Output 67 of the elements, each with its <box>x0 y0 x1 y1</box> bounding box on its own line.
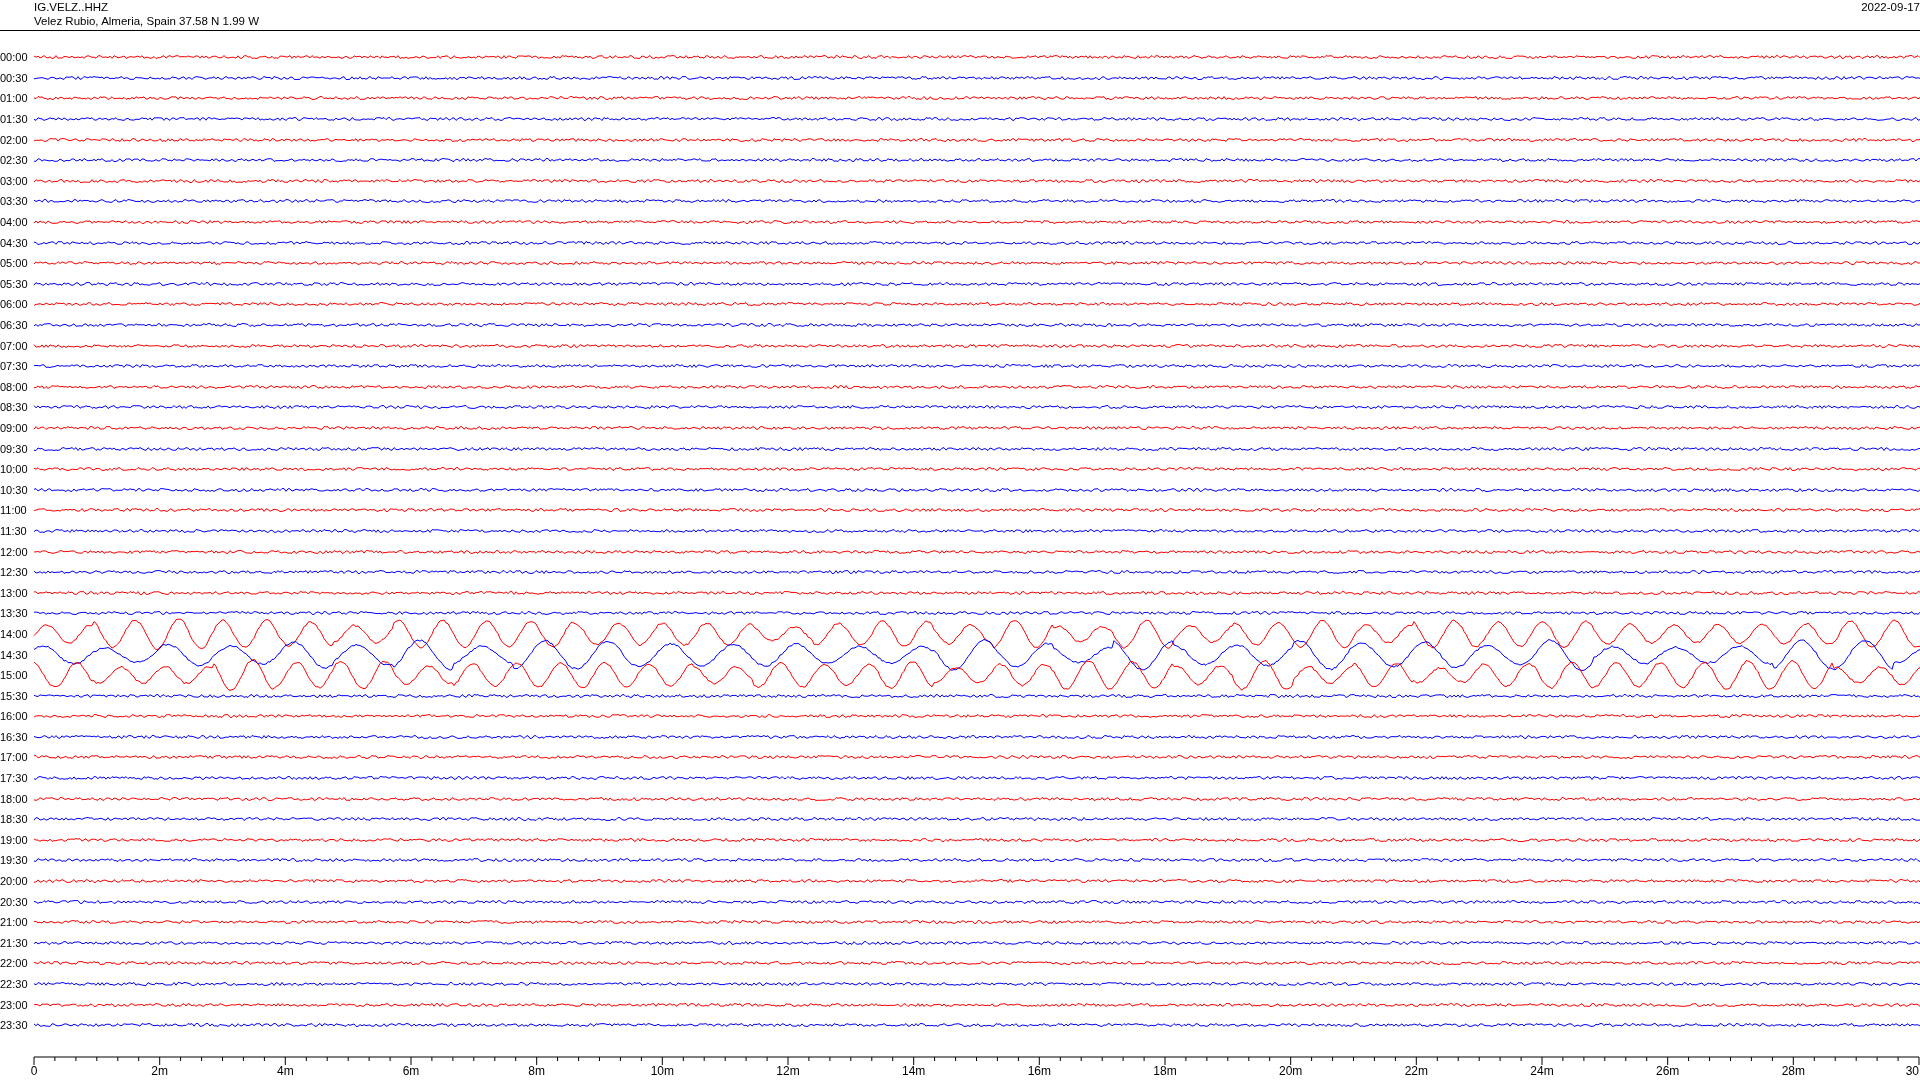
axis-tick-label: 8m <box>528 1063 546 1078</box>
station-location: Velez Rubio, Almeria, Spain 37.58 N 1.99 W <box>34 14 259 28</box>
time-label: 05:30 <box>0 277 29 290</box>
time-label: 10:30 <box>0 483 29 496</box>
time-label: 10:00 <box>0 463 29 476</box>
axis-tick-label: 4m <box>276 1063 294 1078</box>
time-label: 14:30 <box>0 648 29 661</box>
axis-tick-label: 16m <box>1027 1063 1051 1078</box>
time-label: 08:00 <box>0 380 29 393</box>
time-label: 13:00 <box>0 586 29 599</box>
time-label: 18:30 <box>0 813 29 826</box>
time-label: 23:00 <box>0 998 29 1011</box>
time-label: 21:00 <box>0 916 29 929</box>
time-label: 19:30 <box>0 854 29 867</box>
time-label: 09:00 <box>0 422 29 434</box>
axis-tick-label: 30 <box>1905 1063 1919 1078</box>
time-label: 22:30 <box>0 978 29 990</box>
station-code: IG.VELZ..HHZ <box>34 0 110 14</box>
time-label: 20:30 <box>0 895 29 908</box>
axis-tick-label: 28m <box>1781 1063 1805 1078</box>
axis-tick-label: 26m <box>1656 1063 1680 1078</box>
time-label: 08:30 <box>0 401 29 414</box>
axis-tick-label: 18m <box>1153 1063 1177 1078</box>
time-label: 15:00 <box>0 669 29 682</box>
axis-tick-label: 20m <box>1279 1063 1303 1078</box>
time-label: 02:00 <box>0 133 29 146</box>
time-label: 03:30 <box>0 195 29 208</box>
time-label: 17:30 <box>0 772 29 785</box>
time-label: 16:00 <box>0 710 29 723</box>
axis-tick-label: 2m <box>151 1063 169 1078</box>
time-label: 04:30 <box>0 236 29 249</box>
time-label: 09:30 <box>0 442 29 455</box>
time-label: 01:30 <box>0 113 29 126</box>
axis-tick-label: 10m <box>650 1063 674 1078</box>
time-label: 06:30 <box>0 319 29 331</box>
time-label: 02:30 <box>0 154 29 167</box>
date-label: 2022-09-17 <box>1861 0 1920 15</box>
time-label: 11:30 <box>0 524 28 537</box>
time-label: 11:00 <box>0 504 28 517</box>
axis-tick-label: 0 <box>30 1063 38 1078</box>
time-label: 15:30 <box>0 689 29 702</box>
time-label: 18:00 <box>0 792 29 805</box>
axis-tick-label: 14m <box>902 1063 926 1078</box>
time-label: 03:00 <box>0 174 29 187</box>
time-label: 12:30 <box>0 566 29 579</box>
time-label: 01:00 <box>0 92 29 105</box>
time-label: 20:00 <box>0 875 29 888</box>
axis-tick-label: 24m <box>1530 1063 1554 1078</box>
time-label: 13:30 <box>0 607 29 620</box>
axis-tick-label: 12m <box>776 1063 800 1078</box>
time-label: 07:30 <box>0 360 29 373</box>
time-label: 00:30 <box>0 71 29 84</box>
time-label: 00:00 <box>0 51 29 64</box>
axis-tick-label: 6m <box>402 1063 420 1078</box>
time-label: 04:00 <box>0 216 29 229</box>
time-label: 05:00 <box>0 257 29 270</box>
time-label: 06:00 <box>0 298 29 311</box>
time-label: 16:30 <box>0 730 29 743</box>
time-label: 22:00 <box>0 957 29 970</box>
time-label: 07:00 <box>0 339 29 352</box>
time-label: 19:00 <box>0 833 29 846</box>
time-label: 17:00 <box>0 751 29 764</box>
time-label: 14:00 <box>0 627 29 640</box>
time-label: 23:30 <box>0 1019 29 1032</box>
axis-tick-label: 22m <box>1404 1063 1428 1078</box>
time-label: 12:00 <box>0 545 29 558</box>
time-label: 21:30 <box>0 936 29 949</box>
